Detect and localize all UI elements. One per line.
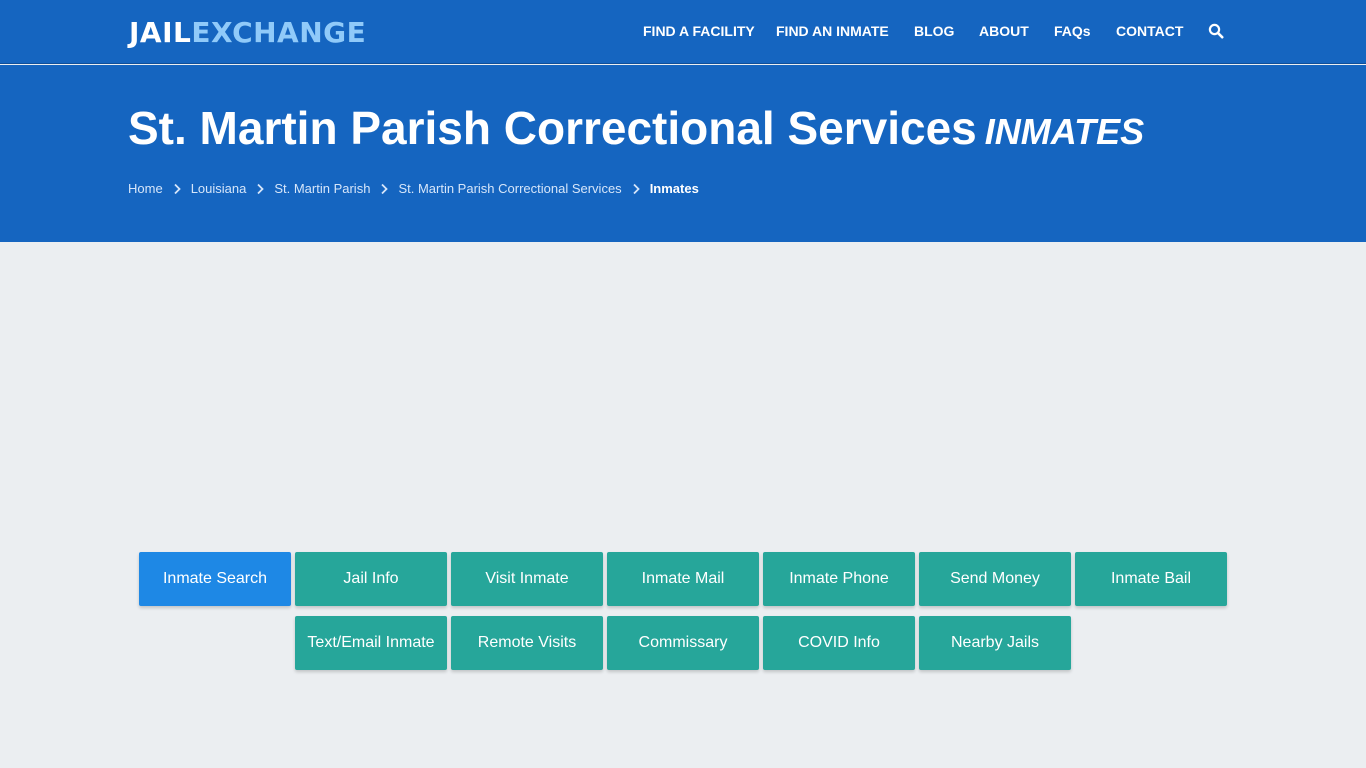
chevron-right-icon (381, 183, 389, 195)
breadcrumb-facility[interactable]: St. Martin Parish Correctional Services (398, 181, 621, 197)
inmate-phone-button[interactable]: Inmate Phone (763, 552, 915, 606)
logo-text-jail: JAIL (129, 16, 192, 49)
text-email-inmate-button[interactable]: Text/Email Inmate (295, 616, 447, 670)
chevron-right-icon (174, 183, 181, 195)
nav-faqs[interactable]: FAQs (1054, 22, 1091, 40)
site-logo[interactable]: JAILEXCHANGE (129, 16, 366, 50)
nearby-jails-button[interactable]: Nearby Jails (919, 616, 1071, 670)
nav-contact[interactable]: CONTACT (1116, 22, 1183, 40)
nav-about[interactable]: ABOUT (979, 22, 1029, 40)
breadcrumb-louisiana[interactable]: Louisiana (191, 181, 247, 197)
search-icon[interactable] (1208, 23, 1224, 39)
chevron-right-icon (257, 183, 265, 195)
remote-visits-button[interactable]: Remote Visits (451, 616, 603, 670)
breadcrumb-parish[interactable]: St. Martin Parish (274, 181, 370, 197)
inmate-mail-button[interactable]: Inmate Mail (607, 552, 759, 606)
nav-find-facility[interactable]: FIND A FACILITY (643, 22, 755, 40)
breadcrumb: Home Louisiana St. Martin Parish St. Mar… (128, 181, 699, 197)
commissary-button[interactable]: Commissary (607, 616, 759, 670)
covid-info-button[interactable]: COVID Info (763, 616, 915, 670)
page-subtitle: INMATES (984, 111, 1145, 152)
nav-find-inmate[interactable]: FIND AN INMATE (776, 22, 889, 40)
inmate-search-button[interactable]: Inmate Search (139, 552, 291, 606)
nav-blog[interactable]: BLOG (914, 22, 954, 40)
jail-info-button[interactable]: Jail Info (295, 552, 447, 606)
page-title: St. Martin Parish Correctional Services I… (128, 100, 1144, 160)
chevron-right-icon (633, 183, 640, 195)
inmate-bail-button[interactable]: Inmate Bail (1075, 552, 1227, 606)
visit-inmate-button[interactable]: Visit Inmate (451, 552, 603, 606)
send-money-button[interactable]: Send Money (919, 552, 1071, 606)
logo-text-exchange: EXCHANGE (191, 16, 367, 49)
page-title-text: St. Martin Parish Correctional Services (128, 102, 977, 154)
breadcrumb-home[interactable]: Home (128, 181, 163, 197)
top-navbar: JAILEXCHANGE FIND A FACILITY FIND AN INM… (0, 0, 1366, 64)
breadcrumb-current: Inmates (649, 181, 699, 196)
